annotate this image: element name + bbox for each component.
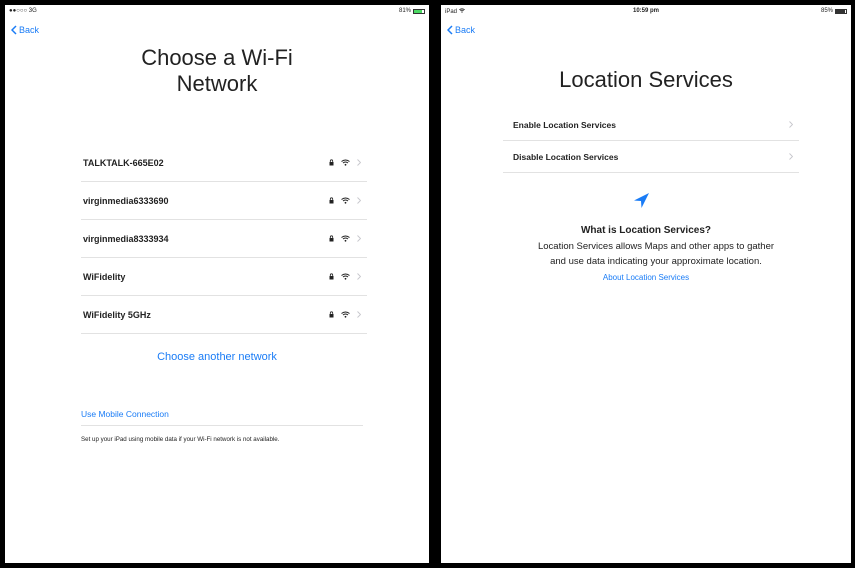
mobile-connection-section: Use Mobile Connection Set up your iPad u… [81,409,363,443]
back-button[interactable]: Back [447,25,475,35]
wifi-setup-screen: ●●○○○ 3G 81% Back Choose a Wi-Fi Network… [5,5,429,563]
location-info-title: What is Location Services? [580,225,712,236]
chevron-left-icon [11,25,17,35]
clock: 10:59 pm [632,8,659,14]
status-bar: ●●○○○ 3G 81% [5,5,429,19]
back-label: Back [455,25,476,35]
battery-icon [413,9,425,14]
network-list: TALKTALK-665E02 virginmedia6333690 virgi… [81,144,367,334]
battery-icon [835,9,847,14]
disable-location-services-option[interactable]: Disable Location Services [503,141,799,173]
back-button[interactable]: Back [11,25,39,35]
chevron-left-icon [447,25,453,35]
network-row[interactable]: TALKTALK-665E02 [81,144,367,182]
status-bar: iPad 10:59 pm 85% [441,5,851,19]
chevron-right-icon [789,153,793,160]
back-label: Back [19,25,40,35]
carrier-signal: ●●○○○ 3G [9,8,37,14]
location-arrow-icon [634,193,649,208]
lock-icon [329,159,334,166]
battery-percent: 81% [398,8,411,14]
enable-location-services-option[interactable]: Enable Location Services [503,109,799,141]
chevron-right-icon [357,273,361,280]
lock-icon [329,197,334,204]
network-row[interactable]: WiFidelity [81,258,367,296]
location-info-description: Location Services allows Maps and other … [501,239,811,269]
wifi-icon [341,159,350,166]
lock-icon [329,311,334,318]
wifi-icon [341,235,350,242]
chevron-right-icon [789,121,793,128]
network-row[interactable]: WiFidelity 5GHz [81,296,367,334]
location-options-list: Enable Location Services Disable Locatio… [503,109,799,173]
page-title: Location Services [559,67,733,92]
chevron-right-icon [357,235,361,242]
wifi-icon [341,197,350,204]
about-location-services-link[interactable]: About Location Services [441,273,851,282]
lock-icon [329,235,334,242]
wifi-icon [341,311,350,318]
lock-icon [329,273,334,280]
network-name: WiFidelity [83,271,126,282]
network-name: TALKTALK-665E02 [83,157,164,168]
mobile-connection-description: Set up your iPad using mobile data if yo… [81,436,280,443]
network-name: WiFidelity 5GHz [83,309,151,320]
wifi-icon [341,273,350,280]
use-mobile-connection-link[interactable]: Use Mobile Connection [81,409,363,426]
network-name: virginmedia8333934 [83,233,169,244]
chevron-right-icon [357,197,361,204]
title-line-2: Network [176,71,258,96]
chevron-right-icon [357,159,361,166]
chevron-right-icon [357,311,361,318]
network-row[interactable]: virginmedia8333934 [81,220,367,258]
battery-percent: 85% [820,8,833,14]
option-label: Disable Location Services [513,151,619,162]
location-services-screen: iPad 10:59 pm 85% Back Location Services… [441,5,851,563]
description-line-2: and use data indicating your approximate… [550,256,762,267]
description-line-1: Location Services allows Maps and other … [537,241,775,252]
page-title: Choose a Wi-Fi Network [5,45,429,97]
choose-another-network-link[interactable]: Choose another network [5,351,429,363]
network-name: virginmedia6333690 [83,195,169,206]
title-line-1: Choose a Wi-Fi [141,45,293,70]
network-row[interactable]: virginmedia6333690 [81,182,367,220]
option-label: Enable Location Services [513,119,616,130]
